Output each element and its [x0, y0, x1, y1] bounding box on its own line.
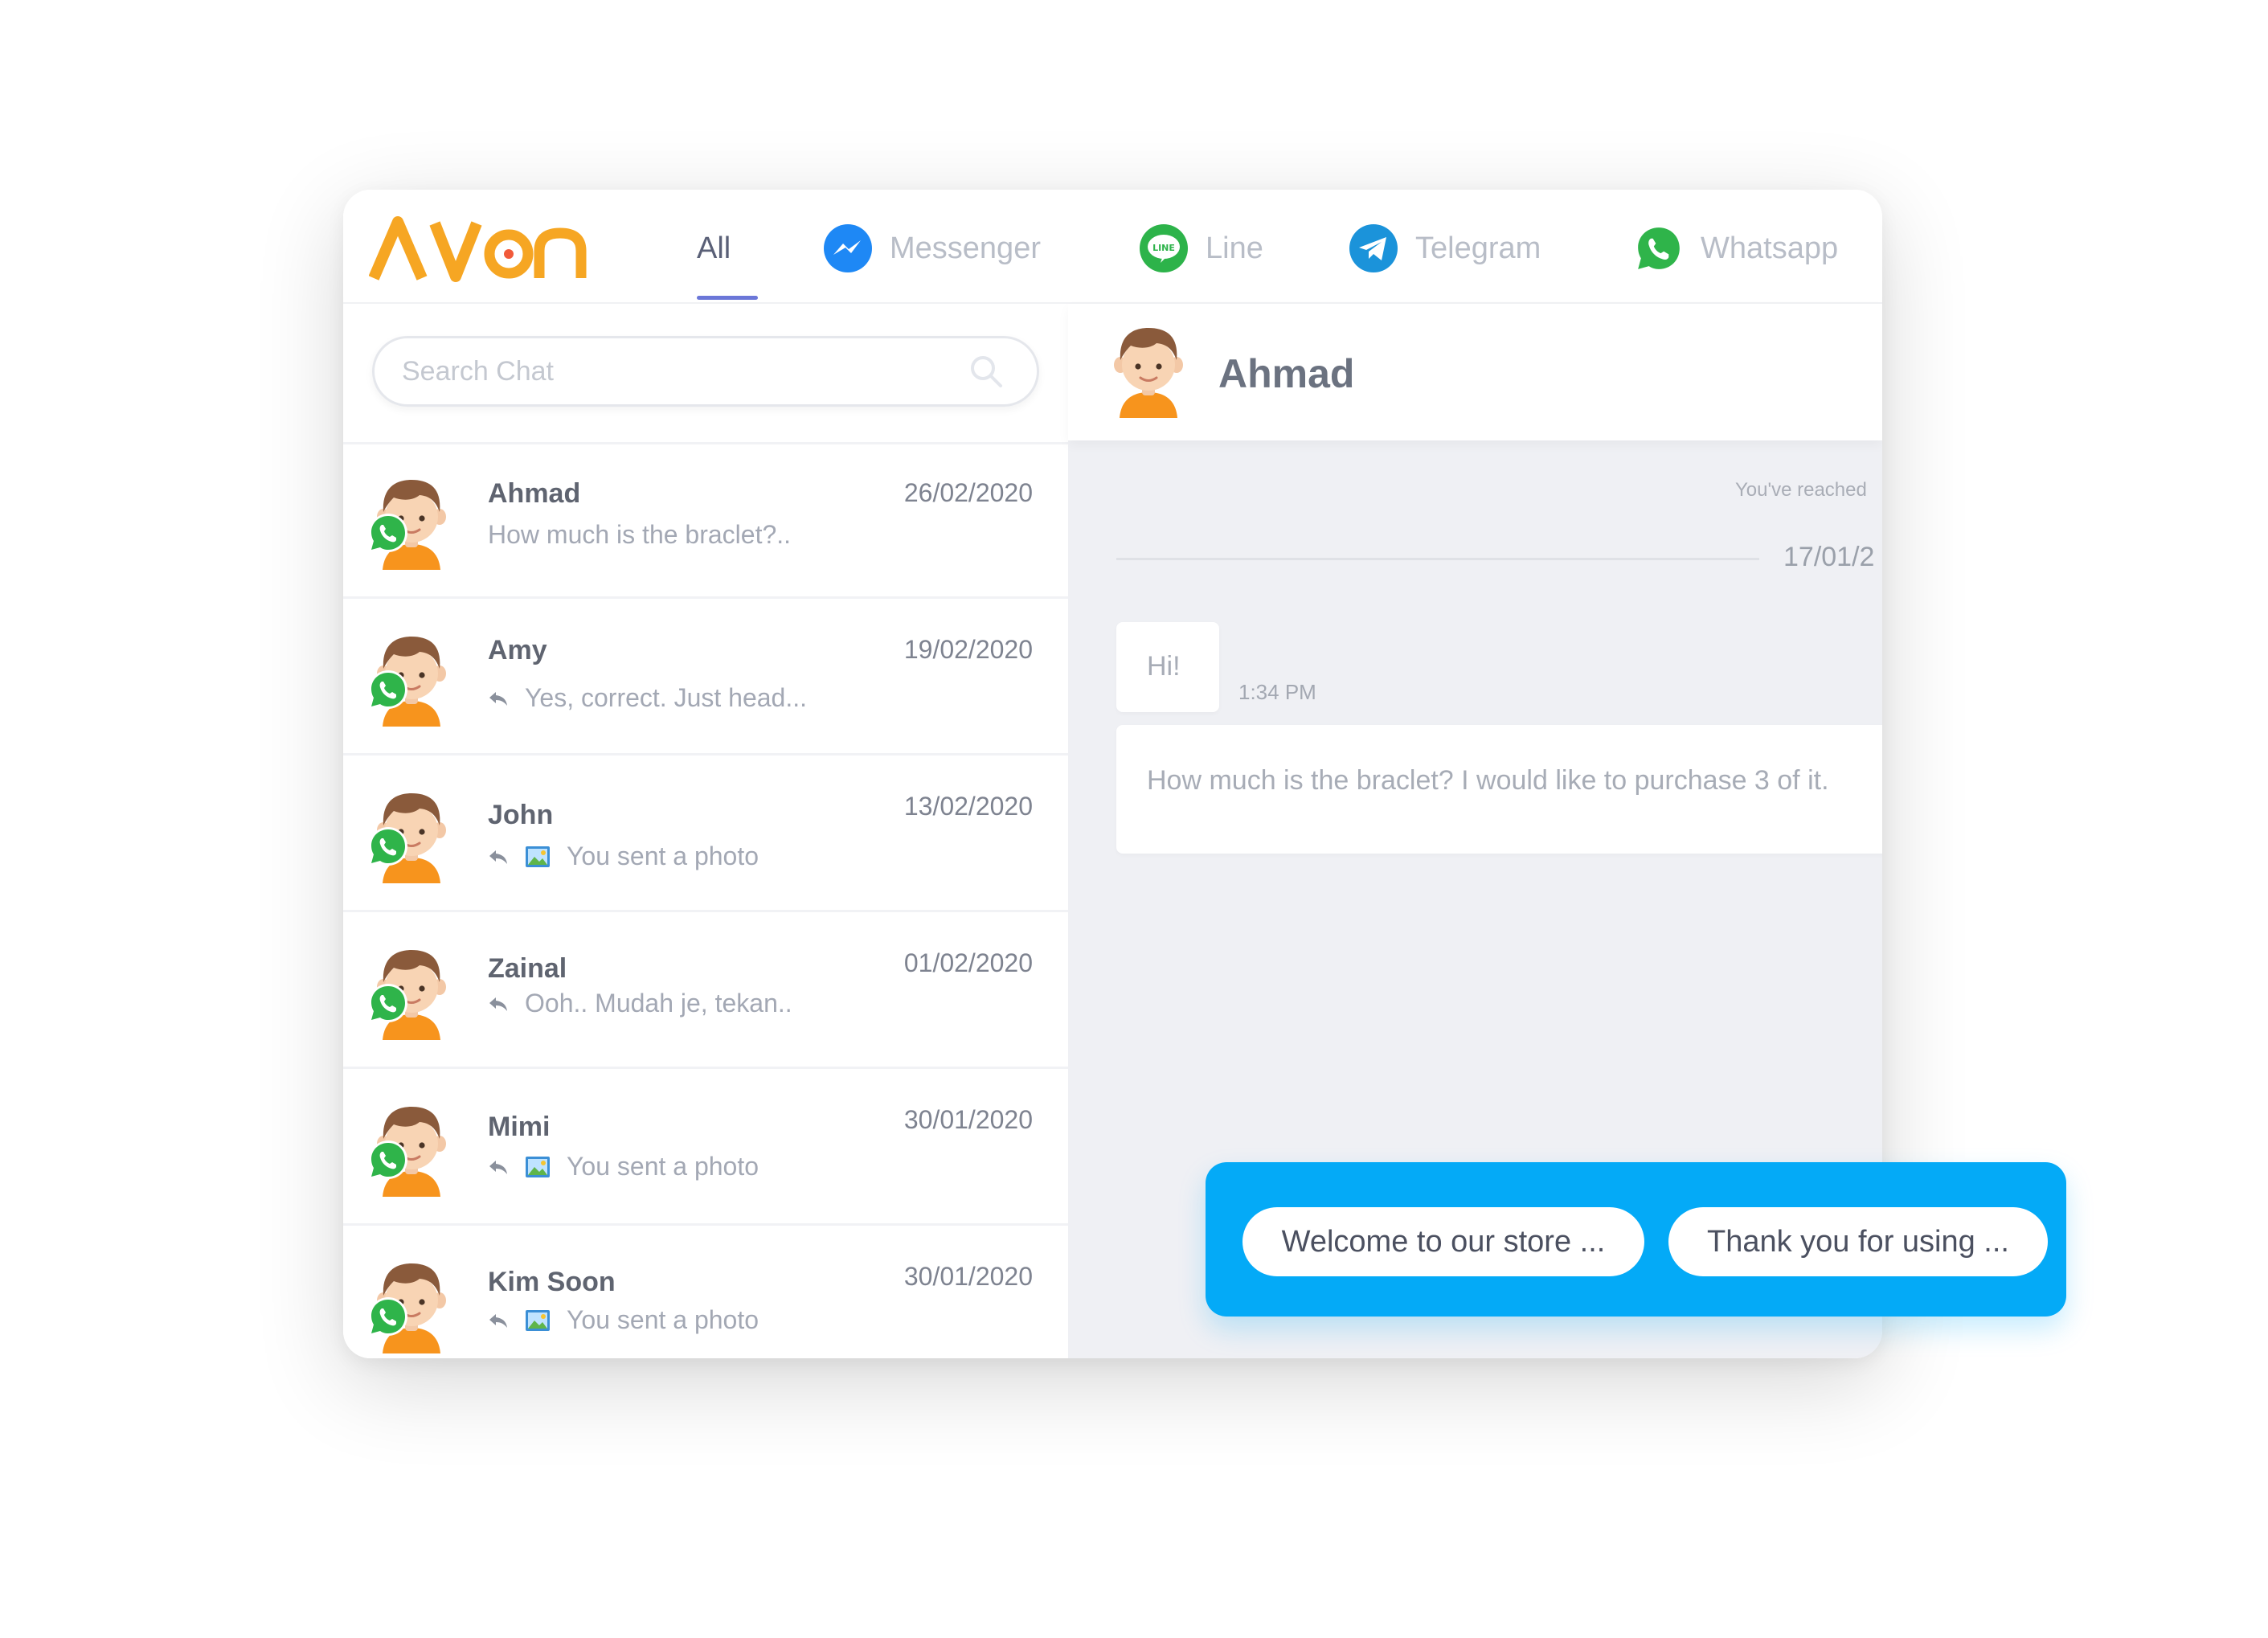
- whatsapp-badge-icon: [367, 1139, 409, 1181]
- chat-name: Mimi: [488, 1112, 551, 1142]
- top-navigation-bar: All Messenger LINE Line Telegram Whatsap…: [343, 190, 1882, 304]
- chat-preview-text: You sent a photo: [567, 842, 759, 870]
- tab-messenger[interactable]: Messenger: [822, 224, 1041, 272]
- chat-date: 01/02/2020: [903, 948, 1033, 977]
- chat-name: Kim Soon: [488, 1267, 616, 1297]
- chat-preview-text: You sent a photo: [567, 1152, 759, 1181]
- chat-list-item[interactable]: Ahmad 26/02/2020 How much is the braclet…: [343, 444, 1068, 599]
- chat-date: 30/01/2020: [903, 1262, 1033, 1291]
- whatsapp-badge-icon: [367, 982, 409, 1024]
- active-tab-indicator: [697, 296, 758, 300]
- chat-list-item[interactable]: Kim Soon 30/01/2020 You sent a photo: [343, 1228, 1068, 1358]
- chat-preview: You sent a photo: [488, 842, 759, 871]
- date-divider-line: [1116, 558, 1759, 560]
- chat-list-item[interactable]: John 13/02/2020 You sent a photo: [343, 758, 1068, 912]
- chat-preview-text: Ooh.. Mudah je, tekan..: [525, 989, 792, 1018]
- whatsapp-badge-icon: [367, 669, 409, 710]
- chat-preview-text: Yes, correct. Just head...: [525, 683, 807, 712]
- reply-icon: [488, 1310, 509, 1331]
- photo-icon: [525, 1156, 551, 1178]
- message-bubble: Hi!: [1116, 622, 1219, 712]
- chat-list-item[interactable]: Amy 19/02/2020 Yes, correct. Just head..…: [343, 601, 1068, 756]
- whatsapp-badge-icon: [367, 512, 409, 554]
- chat-preview-text: You sent a photo: [567, 1305, 759, 1334]
- chat-name: Zainal: [488, 953, 567, 984]
- tab-all-label: All: [697, 231, 731, 265]
- tab-telegram[interactable]: Telegram: [1348, 224, 1541, 272]
- line-icon: LINE: [1140, 224, 1188, 272]
- whatsapp-badge-icon: [367, 825, 409, 867]
- chat-preview: Ooh.. Mudah je, tekan..: [488, 989, 792, 1018]
- reply-icon: [488, 688, 509, 709]
- chat-list-item[interactable]: Zainal 01/02/2020 Ooh.. Mudah je, tekan.…: [343, 915, 1068, 1069]
- chat-preview: You sent a photo: [488, 1152, 759, 1181]
- message-text: How much is the braclet? I would like to…: [1147, 765, 1829, 796]
- chat-name: Ahmad: [488, 478, 581, 509]
- reply-icon: [488, 993, 509, 1014]
- quick-reply-welcome-button[interactable]: Welcome to our store ...: [1242, 1207, 1644, 1276]
- chat-date: 30/01/2020: [903, 1105, 1033, 1134]
- tab-line-label: Line: [1206, 231, 1263, 265]
- avatar[interactable]: [1108, 325, 1189, 418]
- chat-date: 19/02/2020: [903, 635, 1033, 664]
- whatsapp-badge-icon: [367, 1296, 409, 1337]
- conversation-notice: You've reached: [1735, 479, 1867, 501]
- reply-icon: [488, 846, 509, 867]
- chat-name: John: [488, 800, 554, 830]
- tab-telegram-label: Telegram: [1415, 231, 1541, 265]
- date-divider-label: 17/01/2: [1783, 542, 1875, 572]
- telegram-icon: [1349, 224, 1398, 272]
- quick-reply-panel: Welcome to our store ... Thank you for u…: [1206, 1162, 2066, 1317]
- photo-icon: [525, 1309, 551, 1332]
- avana-logo[interactable]: [369, 214, 618, 286]
- chat-preview: How much is the braclet?..: [488, 520, 791, 550]
- tab-whatsapp-label: Whatsapp: [1701, 231, 1839, 265]
- chat-name: Amy: [488, 635, 547, 665]
- chat-list-item[interactable]: Mimi 30/01/2020 You sent a photo: [343, 1071, 1068, 1226]
- chat-list-pane: Ahmad 26/02/2020 How much is the braclet…: [343, 304, 1068, 1358]
- photo-icon: [525, 846, 551, 868]
- tab-whatsapp[interactable]: Whatsapp: [1633, 225, 1838, 272]
- chat-preview: Yes, correct. Just head...: [488, 683, 807, 713]
- message-bubble: How much is the braclet? I would like to…: [1116, 725, 1882, 854]
- search-input[interactable]: [402, 338, 964, 404]
- conversation-contact-name: Ahmad: [1218, 351, 1355, 396]
- tab-messenger-label: Messenger: [890, 231, 1041, 265]
- svg-text:LINE: LINE: [1152, 243, 1175, 253]
- chat-date: 26/02/2020: [903, 478, 1033, 507]
- conversation-header: Ahmad: [1068, 304, 1882, 440]
- chat-date: 13/02/2020: [903, 792, 1033, 821]
- message-time: 1:34 PM: [1238, 680, 1316, 704]
- tab-all[interactable]: All: [697, 225, 731, 272]
- search-box: [372, 336, 1039, 407]
- tab-line[interactable]: LINE Line: [1138, 224, 1263, 272]
- messenger-icon: [824, 224, 872, 272]
- message-text: Hi!: [1147, 651, 1181, 682]
- search-icon[interactable]: [968, 353, 1005, 390]
- reply-icon: [488, 1157, 509, 1177]
- chat-preview: You sent a photo: [488, 1305, 759, 1335]
- whatsapp-icon: [1633, 223, 1685, 274]
- quick-reply-thank-you-button[interactable]: Thank you for using ...: [1668, 1207, 2048, 1276]
- chat-preview-text: How much is the braclet?..: [488, 520, 792, 549]
